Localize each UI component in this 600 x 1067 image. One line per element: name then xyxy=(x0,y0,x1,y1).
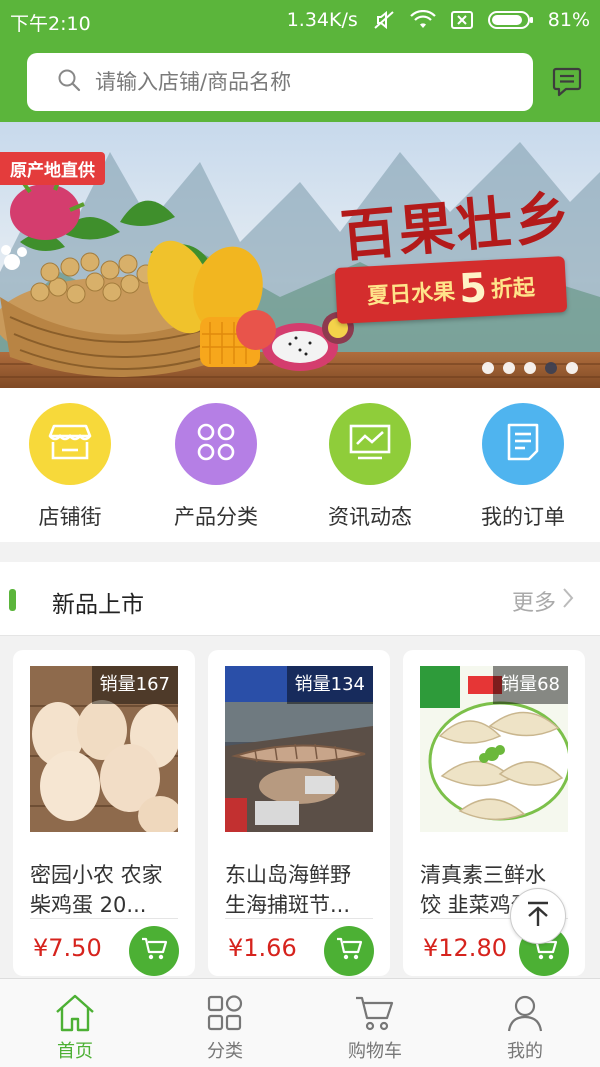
cart-icon xyxy=(335,936,363,966)
banner-pagination xyxy=(482,362,578,374)
news-chart-icon xyxy=(348,422,392,466)
sim-off-icon xyxy=(450,10,474,30)
card-divider xyxy=(225,918,373,919)
add-to-cart-button[interactable] xyxy=(129,926,179,976)
category-icon xyxy=(175,993,275,1033)
quicknav-label: 资讯动态 xyxy=(328,505,412,529)
user-icon xyxy=(475,993,575,1033)
more-link[interactable]: 更多 xyxy=(512,585,574,617)
product-price: ¥1.66 xyxy=(228,934,297,962)
app-home-screen: 下午2:10 1.34K/s 81% 请输入店铺/商品名称 原产地直供 百果壮乡… xyxy=(0,0,600,1067)
arrow-up-icon xyxy=(525,900,551,932)
order-list-icon xyxy=(505,421,541,467)
message-button[interactable] xyxy=(552,66,582,102)
bottom-tab-bar: 首页 分类 购物车 我的 xyxy=(0,978,600,1067)
search-box[interactable] xyxy=(27,53,533,111)
cart-icon xyxy=(325,993,425,1033)
card-divider xyxy=(30,918,178,919)
battery-level: 81% xyxy=(547,9,590,31)
sales-badge: 销量68 xyxy=(493,666,568,704)
message-icon xyxy=(552,67,582,102)
search-input[interactable] xyxy=(95,70,495,94)
new-products-section-header: 新品上市 更多 xyxy=(0,562,600,636)
tab-label: 购物车 xyxy=(348,1041,402,1062)
tab-cart[interactable]: 购物车 xyxy=(325,993,425,1063)
ribbon-text-after: 折起 xyxy=(490,275,536,303)
banner-dot[interactable] xyxy=(566,362,578,374)
product-image[interactable]: 销量167 xyxy=(30,666,178,832)
product-name[interactable]: 密园小农 农家 柴鸡蛋 20... xyxy=(30,860,178,920)
home-icon xyxy=(25,993,125,1033)
quicknav-label: 我的订单 xyxy=(481,505,565,529)
tab-label: 首页 xyxy=(57,1041,93,1062)
sales-badge: 销量167 xyxy=(91,666,178,704)
banner-origin-tag: 原产地直供 xyxy=(0,152,105,185)
mute-icon xyxy=(372,9,396,31)
tab-label: 分类 xyxy=(207,1041,243,1062)
battery-icon xyxy=(487,10,534,30)
quicknav-news[interactable]: 资讯动态 xyxy=(310,403,430,531)
banner-dot-active[interactable] xyxy=(545,362,557,374)
status-time: 下午2:10 xyxy=(10,13,91,35)
product-name[interactable]: 东山岛海鲜野 生海捕斑节... xyxy=(225,860,373,920)
quicknav-product-category[interactable]: 产品分类 xyxy=(156,403,276,531)
tab-label: 我的 xyxy=(507,1041,543,1062)
ribbon-number: 5 xyxy=(457,265,489,313)
add-to-cart-button[interactable] xyxy=(324,926,374,976)
header xyxy=(0,44,600,122)
tab-profile[interactable]: 我的 xyxy=(475,993,575,1063)
section-accent-bar xyxy=(9,589,16,611)
status-bar: 下午2:10 1.34K/s 81% xyxy=(0,0,600,44)
tab-home[interactable]: 首页 xyxy=(25,993,125,1063)
banner-dot[interactable] xyxy=(482,362,494,374)
ribbon-text-before: 夏日水果 xyxy=(366,279,456,310)
product-image[interactable]: 销量68 xyxy=(420,666,568,832)
back-to-top-button[interactable] xyxy=(510,888,566,944)
net-speed: 1.34K/s xyxy=(286,9,358,31)
quicknav-my-orders[interactable]: 我的订单 xyxy=(463,403,583,531)
banner-dot[interactable] xyxy=(503,362,515,374)
product-card[interactable]: 销量134 东山岛海鲜野 生海捕斑节... ¥1.66 xyxy=(208,650,390,976)
banner-dot[interactable] xyxy=(524,362,536,374)
cart-icon xyxy=(140,936,168,966)
quick-nav: 店铺街 产品分类 资讯动态 我的订单 xyxy=(0,388,600,542)
category-grid-icon xyxy=(196,422,236,466)
tab-category[interactable]: 分类 xyxy=(175,993,275,1063)
quicknav-label: 产品分类 xyxy=(174,505,258,529)
chevron-right-icon xyxy=(562,587,574,615)
product-card[interactable]: 销量167 密园小农 农家 柴鸡蛋 20... ¥7.50 xyxy=(13,650,195,976)
search-icon xyxy=(57,68,81,96)
product-image[interactable]: 销量134 xyxy=(225,666,373,832)
quicknav-label: 店铺街 xyxy=(38,505,102,529)
store-icon xyxy=(48,422,92,466)
more-label: 更多 xyxy=(511,591,556,616)
product-price: ¥12.80 xyxy=(423,934,507,962)
sales-badge: 销量134 xyxy=(286,666,373,704)
promo-banner[interactable]: 原产地直供 百果壮乡 夏日水果 5 折起 xyxy=(0,122,600,388)
quicknav-store-street[interactable]: 店铺街 xyxy=(10,403,130,531)
wifi-icon xyxy=(409,10,436,30)
product-price: ¥7.50 xyxy=(33,934,102,962)
product-list: 销量167 密园小农 农家 柴鸡蛋 20... ¥7.50 销量134 东山岛海… xyxy=(0,636,600,978)
section-title: 新品上市 xyxy=(52,592,144,618)
